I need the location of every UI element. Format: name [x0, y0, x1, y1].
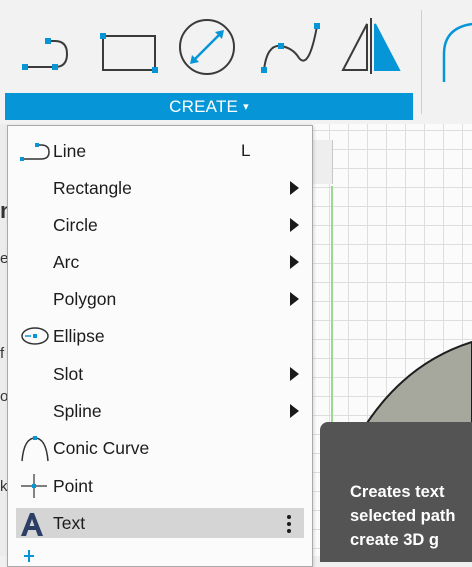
side-fragment: f [0, 345, 5, 362]
toolbar-divider [421, 10, 422, 114]
menu-item-conic-curve[interactable]: Conic Curve [16, 433, 304, 463]
command-tooltip: Creates text selected path create 3D g [320, 422, 472, 562]
shortcut-hint: L [241, 141, 251, 160]
more-options-icon[interactable] [284, 513, 294, 533]
mirror-tool-icon[interactable] [339, 14, 403, 76]
menu-item-label: Polygon [53, 289, 117, 309]
menu-item-line[interactable]: Line L [16, 136, 304, 166]
menu-item-label: Text [53, 513, 86, 533]
submenu-arrow-icon [290, 367, 299, 381]
tooltip-text: Creates text selected path create 3D g [350, 483, 456, 549]
menu-item-polygon[interactable]: Polygon [16, 284, 304, 314]
line-icon [19, 139, 53, 163]
menu-item-label: Arc [53, 252, 80, 272]
menu-item-slot[interactable]: Slot [16, 359, 304, 389]
menu-item-rectangle[interactable]: Rectangle [16, 173, 304, 203]
menu-item-label: Conic Curve [53, 438, 150, 458]
menu-item-label: Ellipse [53, 326, 105, 346]
chevron-down-icon: ▾ [243, 101, 249, 113]
submenu-arrow-icon [290, 218, 299, 232]
point-icon [19, 474, 53, 498]
menu-item-circle[interactable]: Circle [16, 210, 304, 240]
create-dropdown-menu: Line L Rectangle Circle Arc Polygon Elli… [7, 125, 313, 567]
menu-item-label: Rectangle [53, 178, 132, 198]
sketch-toolbar: CREATE ▾ [0, 0, 472, 124]
spline-tool-icon[interactable] [259, 14, 325, 76]
menu-item-label: Line [53, 141, 87, 161]
line-tool-icon[interactable] [20, 14, 82, 76]
ellipse-icon [19, 324, 53, 348]
conic-curve-icon [19, 436, 53, 462]
menu-item-point[interactable]: Point [16, 471, 304, 501]
create-label: CREATE [169, 96, 239, 116]
create-menu-button[interactable]: CREATE ▾ [5, 93, 413, 120]
menu-item-label: Slot [53, 364, 84, 384]
next-item-peek-icon [24, 550, 34, 562]
menu-item-spline[interactable]: Spline [16, 396, 304, 426]
submenu-arrow-icon [290, 255, 299, 269]
menu-item-label: Spline [53, 401, 102, 421]
menu-item-text[interactable]: Text [16, 508, 304, 538]
menu-item-label: Circle [53, 215, 98, 235]
submenu-arrow-icon [290, 181, 299, 195]
menu-item-label: Point [53, 476, 93, 496]
submenu-arrow-icon [290, 404, 299, 418]
menu-item-arc[interactable]: Arc [16, 247, 304, 277]
arc-tool-icon[interactable] [430, 14, 472, 84]
circle-tool-icon[interactable] [178, 14, 240, 76]
submenu-arrow-icon [290, 292, 299, 306]
canvas-header-strip [312, 140, 333, 184]
rectangle-tool-icon[interactable] [97, 14, 161, 76]
menu-item-ellipse[interactable]: Ellipse [16, 321, 304, 351]
text-icon [19, 511, 53, 536]
